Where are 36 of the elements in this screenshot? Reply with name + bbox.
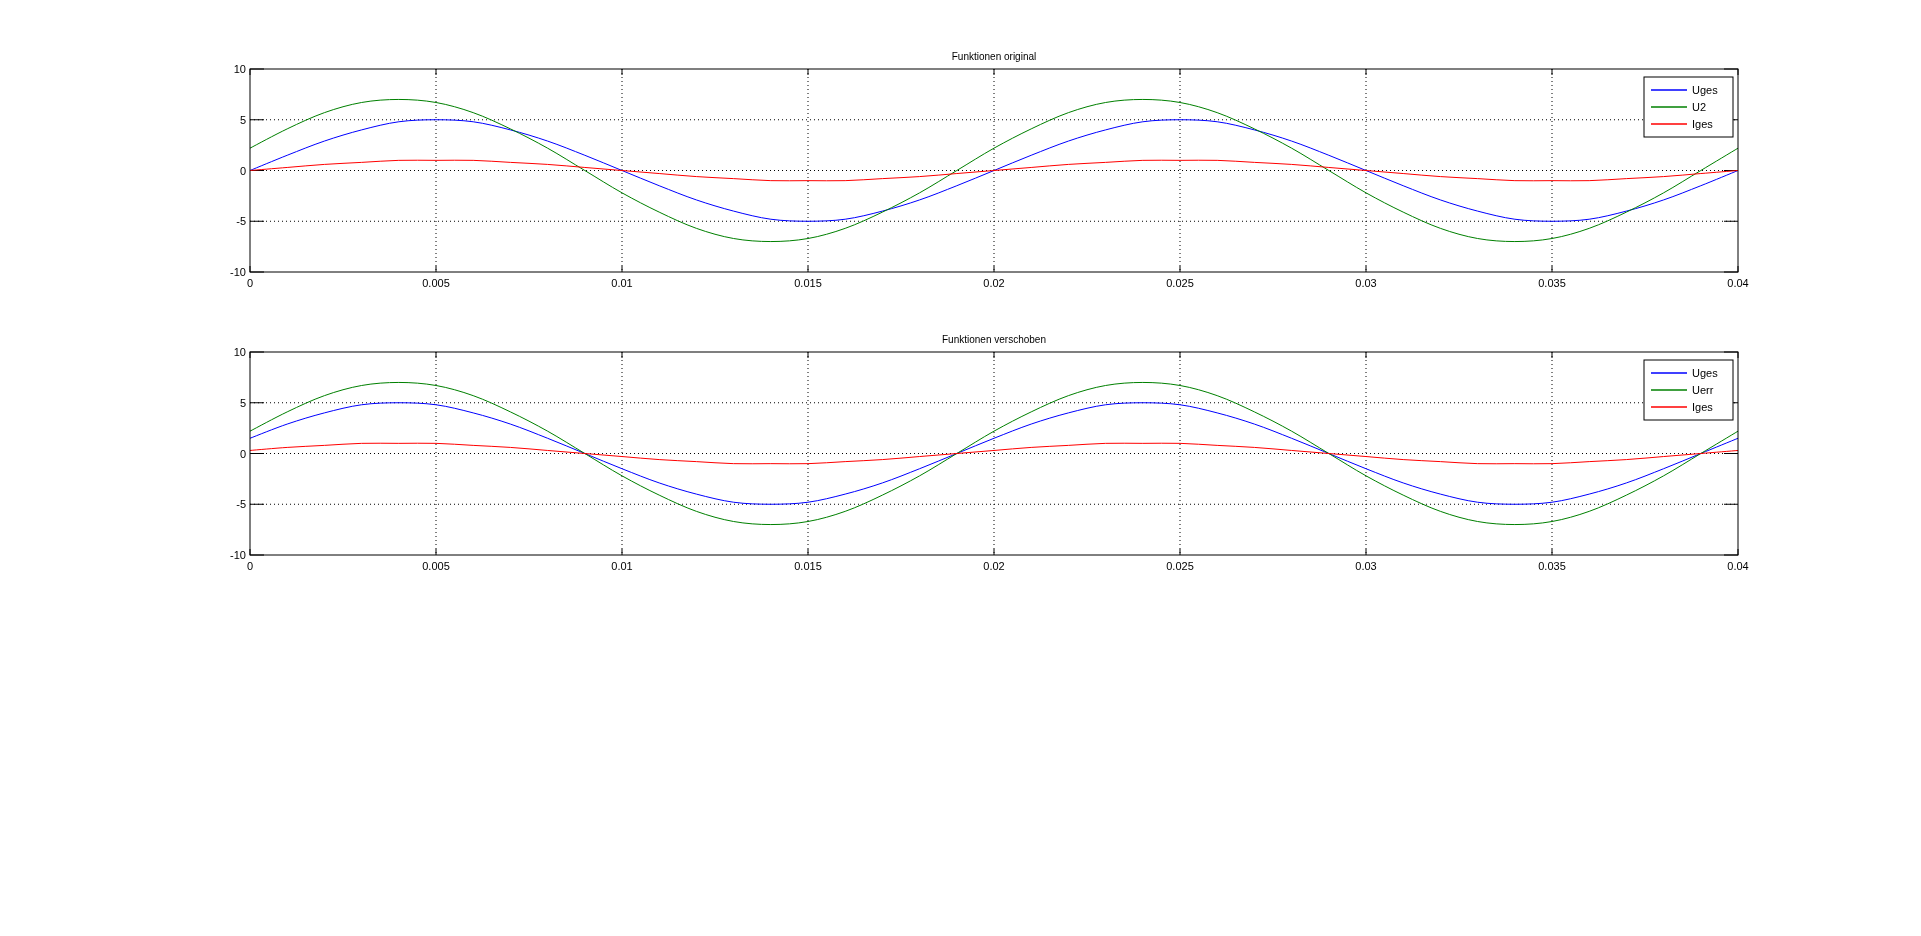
legend-label: Uerr: [1692, 384, 1714, 396]
tick-label: -5: [236, 498, 246, 511]
tick-label: 0: [246, 277, 254, 289]
tick-label: 0.035: [1538, 560, 1566, 572]
tick-label: 10: [233, 346, 246, 358]
tick-label: 0.005: [422, 277, 450, 289]
tick-label: -10: [230, 549, 246, 561]
tick-label: -10: [230, 266, 246, 278]
legend-label: Uges: [1692, 84, 1718, 96]
tick-label: 0.03: [1355, 277, 1377, 289]
tick-label: 0.01: [611, 560, 633, 572]
tick-label: 5: [239, 396, 246, 409]
tick-label: 10: [233, 63, 246, 75]
tick-label: 0.015: [794, 277, 822, 289]
tick-label: 0: [246, 560, 254, 572]
tick-label: 0.04: [1727, 277, 1749, 289]
chart-title: Funktionen original: [951, 51, 1037, 62]
legend-label: Iges: [1692, 401, 1713, 413]
tick-label: 5: [239, 113, 246, 126]
chart-title: Funktionen verschoben: [942, 334, 1046, 345]
tick-label: -5: [236, 215, 246, 228]
tick-label: 0.02: [983, 560, 1005, 572]
legend-label: Uges: [1692, 367, 1718, 379]
tick-label: 0: [239, 164, 246, 177]
tick-label: 0.005: [422, 560, 450, 572]
tick-label: 0.015: [794, 560, 822, 572]
tick-label: 0.04: [1727, 560, 1749, 572]
legend-label: Iges: [1692, 118, 1713, 130]
tick-label: 0.01: [611, 277, 633, 289]
tick-label: 0.03: [1355, 560, 1377, 572]
tick-label: 0.02: [983, 277, 1005, 289]
legend-label: U2: [1692, 101, 1707, 113]
tick-label: 0: [239, 447, 246, 460]
tick-label: 0.025: [1166, 560, 1194, 572]
tick-label: 0.035: [1538, 277, 1566, 289]
tick-label: 0.025: [1166, 277, 1194, 289]
